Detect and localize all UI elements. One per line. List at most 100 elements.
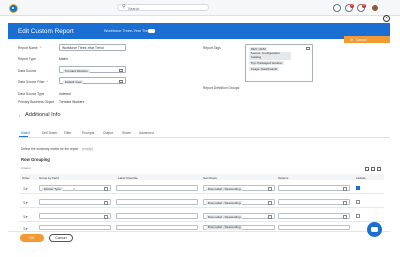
options-field[interactable] bbox=[278, 225, 350, 230]
include-checkbox[interactable] bbox=[356, 200, 360, 204]
report-name-field[interactable]: Workforce Three-Year Trend bbox=[59, 44, 126, 51]
prompt-icon[interactable] bbox=[118, 79, 123, 84]
tab-output[interactable]: Output bbox=[103, 131, 113, 135]
data-source-label: Data Source bbox=[18, 69, 37, 73]
prompt-icon[interactable] bbox=[343, 186, 347, 191]
collapse-chevron-icon[interactable]: › bbox=[19, 113, 20, 118]
related-actions-icon[interactable] bbox=[148, 28, 155, 33]
data-source-type-label: Data Source Type bbox=[18, 92, 45, 96]
report-tag[interactable]: Top: Packaged Solution bbox=[249, 61, 285, 65]
report-tag[interactable]: Source: Configuration Catalog bbox=[249, 51, 291, 60]
report-tag[interactable]: DEX: HCM bbox=[249, 46, 268, 51]
inbox-icon[interactable]: 8 bbox=[357, 3, 366, 12]
report-type-label: Report Type bbox=[18, 57, 36, 61]
ok-button[interactable]: OK bbox=[20, 234, 44, 242]
fullscreen-icon[interactable] bbox=[377, 167, 381, 171]
prompt-icon[interactable] bbox=[104, 200, 108, 205]
prompt-icon[interactable] bbox=[118, 68, 123, 73]
data-source-filter-field[interactable]: Default View bbox=[59, 77, 126, 84]
sort-rows-tag[interactable]: Row Label - Descending bbox=[206, 186, 243, 191]
tab-drill-down[interactable]: Drill Down bbox=[42, 131, 57, 135]
header-cancel-button[interactable]: ⊘ Cancel bbox=[344, 36, 390, 43]
avatar[interactable] bbox=[371, 4, 379, 12]
prompt-icon[interactable] bbox=[268, 200, 272, 205]
options-field[interactable] bbox=[278, 185, 350, 191]
include-checkbox[interactable] bbox=[356, 214, 360, 218]
options-field[interactable] bbox=[278, 199, 350, 205]
prompt-icon[interactable] bbox=[104, 186, 108, 191]
tab-filter[interactable]: Filter bbox=[64, 131, 71, 135]
matrix-description: Define the summary matrix for the report… bbox=[21, 147, 93, 151]
report-subtitle: Workforce Three-Year Trend bbox=[104, 29, 152, 33]
search-placeholder: Search bbox=[128, 6, 140, 11]
page-title: Edit Custom Report bbox=[18, 27, 74, 35]
group-by-tag[interactable]: Worker Type bbox=[42, 186, 63, 191]
tab-matrix[interactable]: Matrix bbox=[21, 131, 30, 135]
prompt-icon[interactable] bbox=[305, 46, 310, 51]
row-order-control[interactable]: ⇅▾ bbox=[23, 215, 28, 219]
data-source-tag[interactable]: Trended Workers bbox=[63, 68, 90, 73]
group-by-field[interactable] bbox=[39, 213, 111, 219]
lock-icon: ● bbox=[73, 186, 76, 191]
sort-rows-field[interactable]: Row Label - Descending bbox=[203, 185, 275, 191]
data-source-filter-label: Data Source Filter * bbox=[18, 80, 48, 84]
row-grouping-title: Row Grouping bbox=[21, 157, 50, 162]
filter-icon[interactable] bbox=[365, 167, 369, 171]
group-by-field[interactable] bbox=[39, 199, 111, 205]
group-by-field[interactable]: Worker Type ● bbox=[39, 185, 111, 191]
sort-rows-tag[interactable]: Row Label - Descending bbox=[206, 226, 243, 230]
group-by-field[interactable] bbox=[39, 225, 111, 230]
sort-rows-tag[interactable]: Row Label - Descending bbox=[206, 214, 243, 219]
prompt-icon[interactable] bbox=[343, 214, 347, 219]
data-source-filter-tag[interactable]: Default View bbox=[63, 79, 84, 84]
tab-prompts[interactable]: Prompts bbox=[82, 131, 94, 135]
table-header bbox=[20, 174, 384, 180]
column-header-sort-rows: Sort Rows bbox=[203, 176, 217, 180]
row-order-control[interactable]: ⇅▾ bbox=[23, 201, 28, 205]
primary-business-object-value[interactable]: Trended Workers bbox=[59, 100, 84, 104]
tab-advanced[interactable]: Advanced bbox=[139, 131, 154, 135]
item-count: 4 items bbox=[21, 166, 31, 170]
report-tag[interactable]: Usage: Dashboards bbox=[249, 67, 280, 71]
label-override-field[interactable] bbox=[116, 199, 198, 205]
chat-icon[interactable] bbox=[367, 222, 382, 237]
label-override-field[interactable] bbox=[116, 213, 198, 219]
active-tab-indicator bbox=[19, 136, 28, 137]
cloud-icon[interactable] bbox=[333, 4, 341, 12]
label-override-field[interactable] bbox=[116, 225, 198, 230]
prompt-icon[interactable] bbox=[268, 186, 272, 191]
inbox-badge: 8 bbox=[362, 3, 366, 8]
prompt-icon[interactable] bbox=[343, 200, 347, 205]
column-header-group-by: Group by Field bbox=[39, 176, 59, 180]
header-cancel-label: Cancel bbox=[356, 37, 367, 42]
grid-icon[interactable] bbox=[371, 167, 375, 171]
options-field[interactable] bbox=[278, 213, 350, 219]
report-type-value: Matrix bbox=[59, 57, 68, 61]
column-header-label-override: Label Override bbox=[118, 176, 138, 180]
column-header-options: Options bbox=[278, 176, 289, 180]
sort-rows-field[interactable]: Row Label - Descending bbox=[203, 213, 275, 219]
include-checkbox[interactable] bbox=[356, 186, 360, 190]
sort-rows-field[interactable]: Row Label - Descending bbox=[203, 225, 275, 230]
search-input[interactable]: ⚲ Search bbox=[117, 4, 209, 11]
report-definition-groups-label: Report Definition Groups bbox=[203, 86, 240, 90]
row-order-control[interactable]: ⇅▾ bbox=[23, 187, 28, 191]
sort-rows-tag[interactable]: Row Label - Descending bbox=[206, 200, 243, 205]
report-tags-field[interactable]: DEX: HCM Source: Configuration Catalog T… bbox=[245, 44, 313, 82]
workday-logo-icon[interactable] bbox=[9, 4, 18, 13]
data-source-field[interactable]: Trended Workers bbox=[59, 66, 126, 73]
sort-rows-field[interactable]: Row Label - Descending bbox=[203, 199, 275, 205]
notifications-icon[interactable]: 2 bbox=[345, 3, 354, 12]
close-icon[interactable]: × bbox=[383, 15, 390, 22]
page-header: Edit Custom Report Workforce Three-Year … bbox=[8, 23, 390, 39]
tab-share[interactable]: Share bbox=[122, 131, 131, 135]
label-override-field[interactable] bbox=[116, 185, 198, 191]
cancel-icon: ⊘ bbox=[350, 38, 354, 42]
cancel-button[interactable]: Cancel bbox=[49, 234, 73, 242]
search-icon: ⚲ bbox=[122, 5, 126, 11]
tab-divider bbox=[18, 137, 390, 138]
additional-info-title: Additional Info bbox=[25, 112, 61, 118]
data-source-type-value: Indexed bbox=[59, 92, 71, 96]
prompt-icon[interactable] bbox=[104, 214, 108, 219]
prompt-icon[interactable] bbox=[268, 214, 272, 219]
